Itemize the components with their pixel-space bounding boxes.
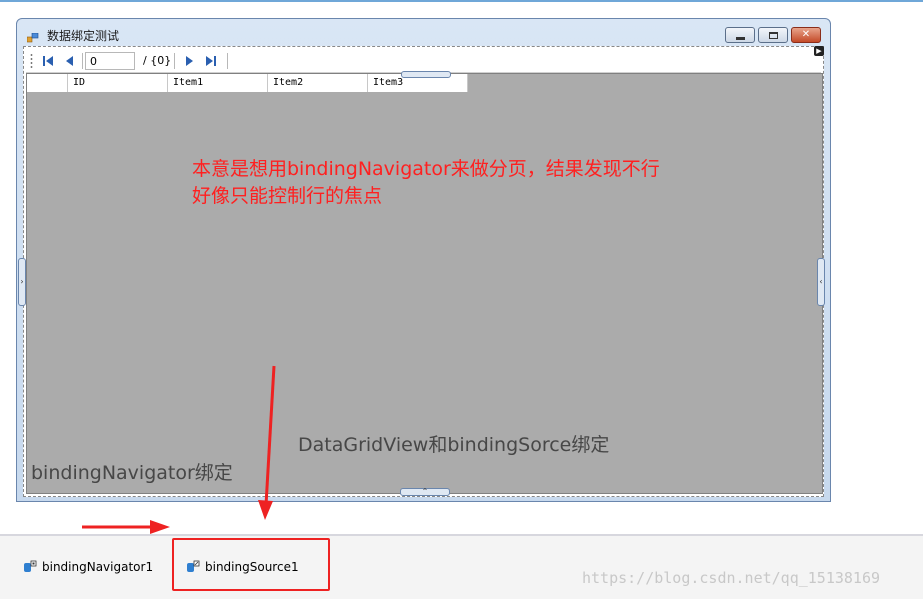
- move-last-icon: [206, 56, 216, 66]
- binding-navigator-toolstrip[interactable]: / {0} ▶: [26, 46, 824, 73]
- dock-left-handle-icon[interactable]: ›: [18, 258, 26, 306]
- count-label: / {0}: [143, 54, 172, 67]
- toolstrip-separator: [82, 53, 83, 69]
- row-header-corner[interactable]: [27, 74, 68, 92]
- close-button[interactable]: ✕: [791, 27, 821, 43]
- red-note-line-1: 本意是想用bindingNavigator来做分页，结果发现不行: [192, 158, 660, 180]
- arrow-down-head: [258, 500, 273, 520]
- annotation-grid-binding: DataGridView和bindingSorce绑定: [298, 434, 610, 456]
- toolstrip-separator: [174, 53, 175, 69]
- smart-tag-arrow-icon[interactable]: ▶: [814, 46, 824, 56]
- watermark-text: https://blog.csdn.net/qq_15138169: [582, 569, 881, 587]
- position-input[interactable]: [85, 52, 135, 70]
- form-icon: [26, 28, 39, 43]
- highlight-box: [172, 538, 330, 591]
- tray-item-label: bindingNavigator1: [42, 560, 154, 574]
- binding-navigator-icon: [24, 560, 37, 572]
- close-icon: ✕: [801, 29, 811, 40]
- move-next-button[interactable]: [180, 52, 198, 70]
- column-header-item1[interactable]: Item1: [168, 74, 268, 92]
- move-previous-button[interactable]: [61, 52, 79, 70]
- designer-root: 数据绑定测试 ✕ / {0}: [0, 0, 923, 599]
- move-first-icon: [43, 56, 53, 66]
- dock-bottom-handle-icon[interactable]: ⌃: [400, 488, 450, 496]
- minimize-icon: [736, 37, 745, 40]
- toolstrip-separator: [227, 53, 228, 69]
- maximize-icon: [769, 32, 778, 39]
- dock-right-handle-icon[interactable]: ‹: [817, 258, 825, 306]
- component-tray[interactable]: bindingNavigator1 bindingSource1: [0, 534, 923, 599]
- window-titlebar[interactable]: 数据绑定测试 ✕: [17, 19, 830, 45]
- tray-item-binding-navigator[interactable]: bindingNavigator1: [23, 560, 153, 574]
- move-next-icon: [186, 56, 193, 66]
- top-border: [0, 0, 923, 2]
- column-header-id[interactable]: ID: [68, 74, 168, 92]
- dock-top-handle-icon[interactable]: [401, 71, 451, 78]
- annotation-red-note: 本意是想用bindingNavigator来做分页，结果发现不行 好像只能控制行…: [192, 156, 660, 210]
- move-last-button[interactable]: [202, 52, 220, 70]
- column-header-item2[interactable]: Item2: [268, 74, 368, 92]
- window-title: 数据绑定测试: [47, 29, 120, 43]
- maximize-button[interactable]: [758, 27, 788, 43]
- toolstrip-grip-icon[interactable]: [30, 53, 33, 69]
- window-controls: ✕: [725, 27, 821, 43]
- arrow-right-head: [150, 520, 170, 534]
- red-note-line-2: 好像只能控制行的焦点: [192, 185, 383, 207]
- annotation-navigator-binding: bindingNavigator绑定: [31, 462, 233, 484]
- minimize-button[interactable]: [725, 27, 755, 43]
- move-first-button[interactable]: [39, 52, 57, 70]
- move-previous-icon: [66, 56, 73, 66]
